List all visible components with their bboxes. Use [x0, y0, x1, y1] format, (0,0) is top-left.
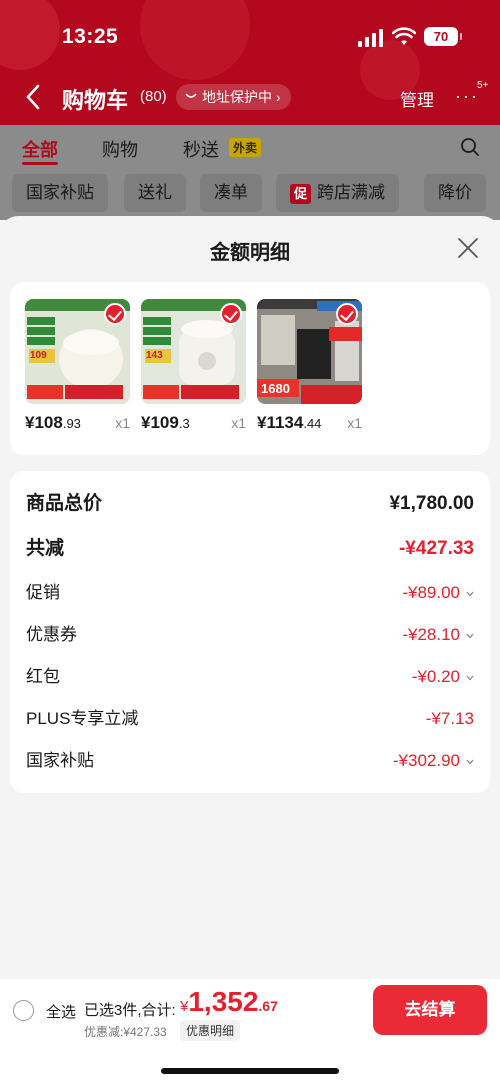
discount-summary: 优惠减:¥427.33 — [84, 1025, 167, 1039]
product-thumbnail-pressure-cooker: 143 — [141, 299, 246, 404]
total-price: ¥1,352.67 — [180, 986, 278, 1017]
battery-icon: 70 — [424, 27, 462, 46]
chip-national-subsidy[interactable]: 国家补贴 — [12, 174, 108, 212]
select-all-label[interactable]: 全选 — [46, 1001, 76, 1022]
checkout-button[interactable]: 去结算 — [373, 985, 487, 1035]
row-value: -¥427.33 — [398, 538, 474, 559]
product-thumbnail-refrigerator: 1680 — [257, 299, 362, 404]
tab-instant-delivery[interactable]: 秒送 — [183, 136, 219, 162]
thumb-price-tag: 143 — [146, 350, 163, 361]
manage-button[interactable]: 管理 — [400, 86, 434, 111]
sheet-title: 金额明细 — [210, 242, 290, 264]
search-icon[interactable] — [460, 137, 480, 157]
row-value: -¥0.20 — [411, 667, 460, 686]
status-time: 13:25 — [62, 25, 119, 48]
product-price: ¥1134.44 — [257, 413, 322, 432]
chip-price-drop[interactable]: 降价 — [424, 174, 486, 212]
check-icon — [104, 303, 126, 325]
cart-nav-bar: 购物车 (80) 地址保护中 › 管理 ··· 5+ — [0, 76, 500, 120]
row-red-packet[interactable]: 红包 -¥0.20 — [26, 662, 474, 692]
row-promotion[interactable]: 促销 -¥89.00 — [26, 578, 474, 608]
active-tab-indicator — [22, 162, 58, 165]
close-icon[interactable] — [456, 236, 480, 260]
checkout-bar: 全选 已选3件,合计: ¥1,352.67 优惠减:¥427.33 优惠明细 去… — [0, 979, 500, 1084]
chip-cross-store-discount[interactable]: 促跨店满减 — [276, 174, 400, 212]
chevron-down-icon — [466, 759, 474, 765]
thumb-price-tag: 1680 — [261, 381, 290, 396]
chip-label: 跨店满减 — [317, 183, 386, 202]
more-badge: 5+ — [477, 80, 489, 91]
more-icon[interactable]: ··· — [455, 86, 479, 107]
chevron-down-icon — [466, 591, 474, 597]
chevron-right-icon: › — [276, 89, 281, 105]
filter-chips: 国家补贴 送礼 凑单 促跨店满减 降价 — [0, 170, 500, 220]
selected-summary: 已选3件,合计: — [84, 1002, 176, 1019]
price-detail-sheet: 金额明细 109 ¥108.93 x1 143 ¥109.3 x1 1680 ¥… — [0, 216, 500, 1084]
row-label: 商品总价 — [26, 493, 103, 514]
row-value: -¥302.90 — [392, 751, 460, 770]
row-label: 国家补贴 — [26, 751, 94, 770]
row-value: -¥89.00 — [402, 583, 460, 602]
row-label: 促销 — [26, 583, 60, 602]
row-label: 红包 — [26, 667, 60, 686]
chevron-down-icon — [466, 633, 474, 639]
address-pill-label: 地址保护中 — [202, 89, 272, 105]
product-price: ¥108.93 — [25, 413, 81, 432]
row-label: 优惠券 — [26, 625, 77, 644]
status-bar: 13:25 70 — [0, 0, 500, 70]
row-national-subsidy[interactable]: 国家补贴 -¥302.90 — [26, 746, 474, 776]
product-quantity: x1 — [231, 415, 246, 431]
price-breakdown-card: 商品总价 ¥1,780.00 共减 -¥427.33 促销 -¥89.00 优惠… — [10, 471, 490, 793]
select-all-checkbox[interactable] — [13, 1000, 34, 1021]
product-item[interactable]: 1680 ¥1134.44 x1 — [257, 299, 362, 439]
check-icon — [336, 303, 358, 325]
row-value: -¥7.13 — [425, 709, 474, 728]
chip-gift[interactable]: 送礼 — [124, 174, 186, 212]
product-quantity: x1 — [347, 415, 362, 431]
cellular-signal-icon — [358, 29, 384, 47]
row-label: PLUS专享立减 — [26, 709, 139, 728]
thumb-price-tag: 109 — [30, 350, 47, 361]
row-goods-total: 商品总价 ¥1,780.00 — [26, 489, 474, 519]
row-value: -¥28.10 — [402, 625, 460, 644]
page-title: 购物车 — [62, 88, 129, 113]
row-plus-discount: PLUS专享立减 -¥7.13 — [26, 704, 474, 734]
wifi-icon — [392, 27, 416, 45]
tab-shopping[interactable]: 购物 — [102, 136, 138, 162]
tab-all[interactable]: 全部 — [22, 136, 58, 162]
product-quantity: x1 — [115, 415, 130, 431]
promo-badge: 促 — [290, 184, 312, 204]
cart-count: (80) — [140, 88, 167, 105]
selected-products-card: 109 ¥108.93 x1 143 ¥109.3 x1 1680 ¥1134.… — [10, 282, 490, 455]
product-thumbnail-rice-cooker: 109 — [25, 299, 130, 404]
discount-detail-button[interactable]: 优惠明细 — [180, 1020, 241, 1041]
product-price: ¥109.3 — [141, 413, 190, 432]
home-indicator — [161, 1068, 339, 1074]
chevron-down-icon — [466, 675, 474, 681]
takeout-tag: 外卖 — [229, 138, 262, 157]
cart-header: 13:25 70 购物车 (80) 地址保护中 › 管理 ··· 5+ — [0, 0, 500, 125]
check-icon — [220, 303, 242, 325]
product-item[interactable]: 143 ¥109.3 x1 — [141, 299, 246, 439]
row-coupon[interactable]: 优惠券 -¥28.10 — [26, 620, 474, 650]
row-value: ¥1,780.00 — [389, 493, 474, 514]
back-arrow-icon[interactable] — [24, 82, 44, 112]
product-item[interactable]: 109 ¥108.93 x1 — [25, 299, 130, 439]
address-protection-pill[interactable]: 地址保护中 › — [176, 84, 291, 110]
shield-icon — [185, 93, 197, 98]
chip-add-on[interactable]: 凑单 — [200, 174, 262, 212]
row-total-discount: 共减 -¥427.33 — [26, 534, 474, 564]
row-label: 共减 — [26, 538, 65, 559]
